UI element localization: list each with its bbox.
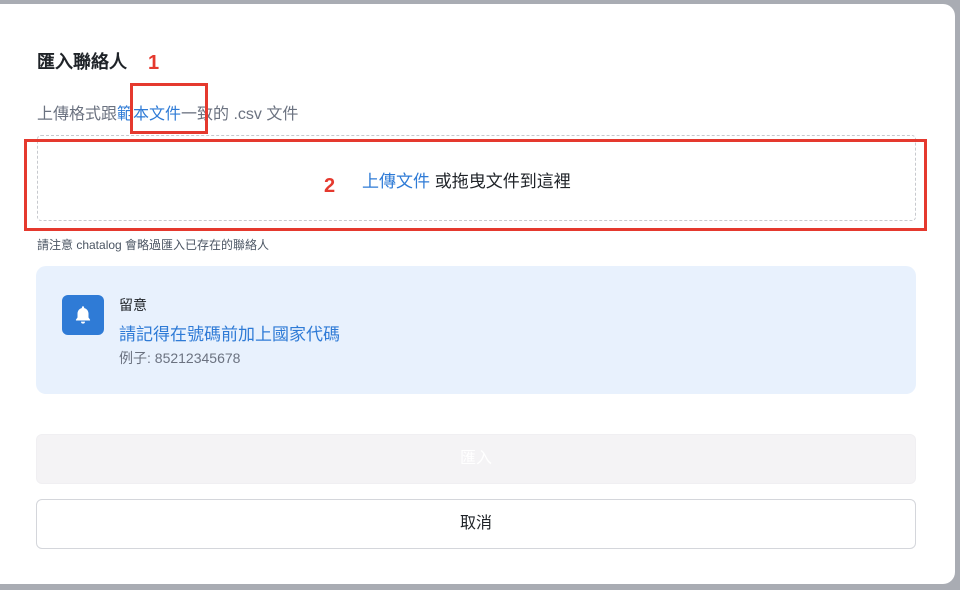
cancel-button[interactable]: 取消: [36, 499, 916, 549]
annotation-box-1: [130, 83, 208, 134]
annotation-marker-1: 1: [148, 52, 160, 74]
import-contacts-dialog: 匯入聯絡人 1 上傳格式跟範本文件一致的 .csv 文件 上傳文件 或拖曳文件到…: [0, 4, 955, 584]
callout-message: 請記得在號碼前加上國家代碼: [119, 325, 340, 344]
bell-icon: [62, 295, 104, 335]
import-button[interactable]: 匯入: [36, 434, 916, 484]
annotation-box-2: [24, 139, 927, 231]
callout-example: 例子: 85212345678: [119, 350, 241, 366]
subtitle-prefix: 上傳格式跟: [37, 106, 118, 123]
dialog-title: 匯入聯絡人: [37, 52, 127, 72]
country-code-callout: 留意 請記得在號碼前加上國家代碼 例子: 85212345678: [36, 266, 916, 394]
skip-existing-note: 請注意 chatalog 會略過匯入已存在的聯絡人: [37, 238, 270, 252]
callout-title: 留意: [119, 297, 147, 313]
